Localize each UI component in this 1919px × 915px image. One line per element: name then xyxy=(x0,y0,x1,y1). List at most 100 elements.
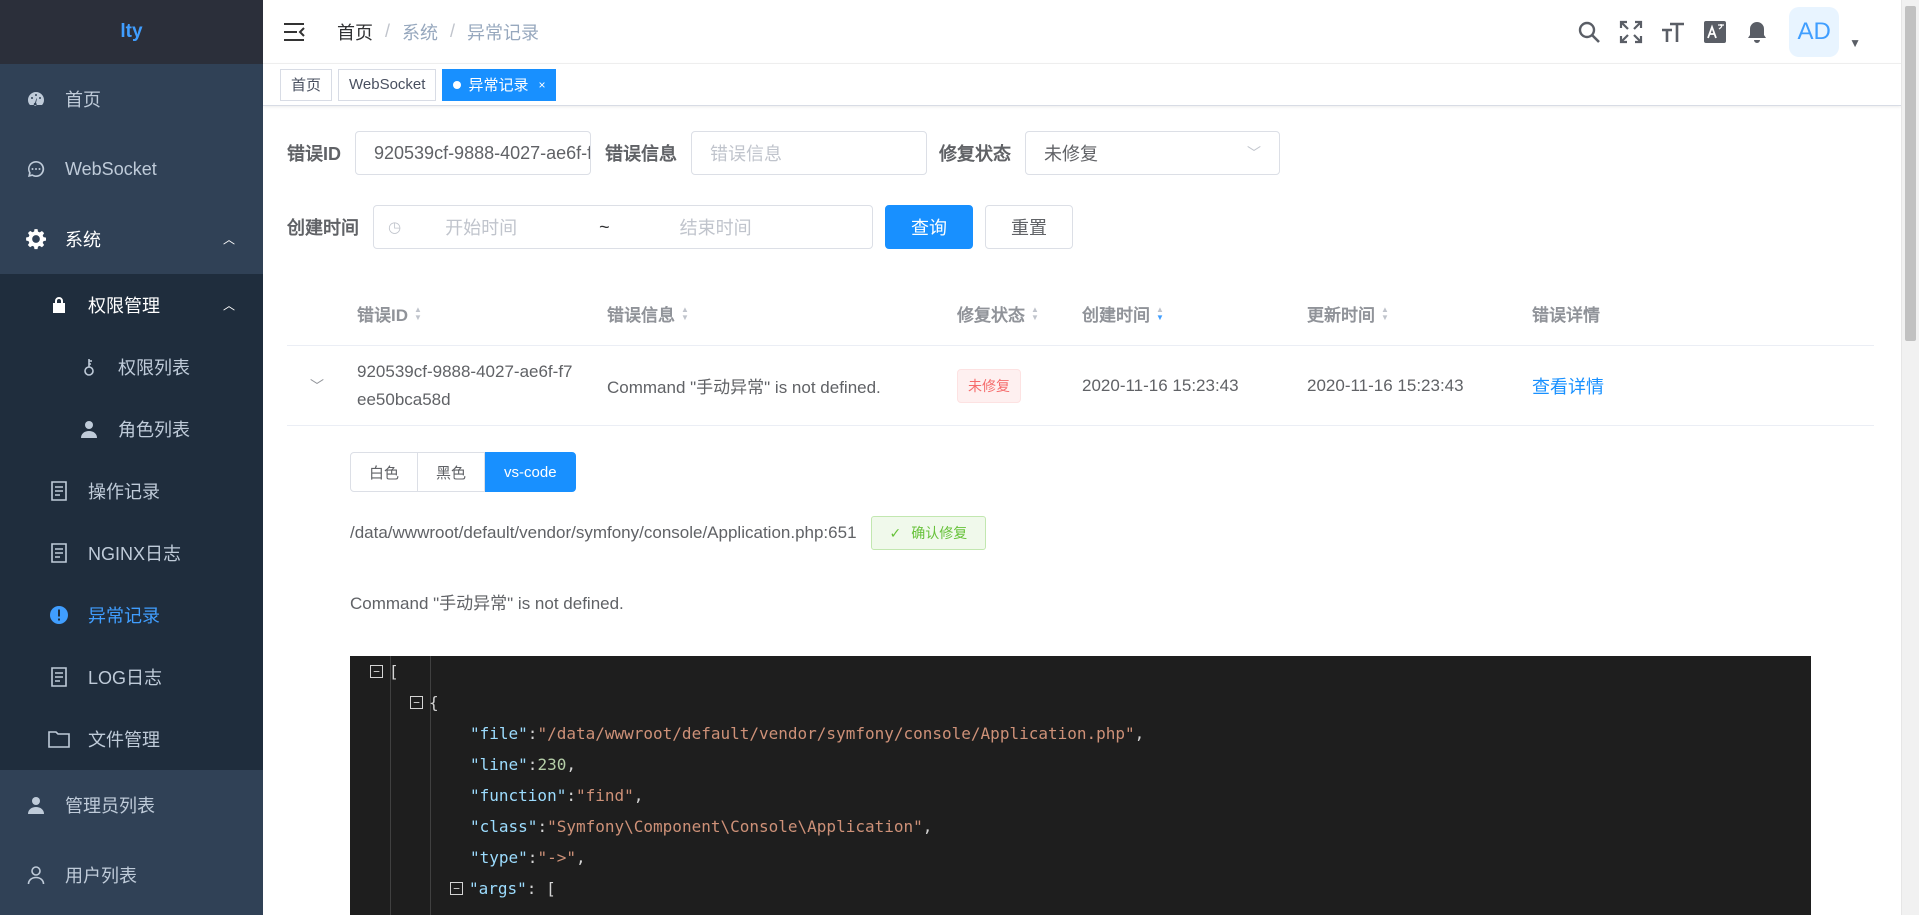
sidebar-item-operation-log[interactable]: 操作记录 xyxy=(0,460,263,522)
code-key: "args" xyxy=(469,879,527,898)
sidebar-item-system[interactable]: 系统 ︿ xyxy=(0,204,263,274)
sidebar-item-file-manage[interactable]: 文件管理 xyxy=(0,708,263,770)
code-key: "type" xyxy=(470,848,528,867)
code-key: "function" xyxy=(470,786,567,805)
dashboard-icon xyxy=(25,88,47,110)
hamburger-icon[interactable] xyxy=(283,21,305,43)
error-id-input[interactable]: 920539cf-9888-4027-ae6f-f7ee50bca58d xyxy=(355,131,591,175)
th-label: 错误ID xyxy=(357,306,408,325)
code-value: "Symfony\Component\Console\Application" xyxy=(547,817,923,836)
code-value: "->" xyxy=(537,848,576,867)
sort-icon[interactable]: ▲ ▼ xyxy=(414,305,422,322)
table-row: ﹀ 920539cf-9888-4027-ae6f-f7 ee50bca58d … xyxy=(287,346,1874,426)
reset-button[interactable]: 重置 xyxy=(985,205,1073,249)
th-updated[interactable]: 更新时间 ▲ ▼ xyxy=(1297,301,1522,326)
sort-icon[interactable]: ▲ ▼ xyxy=(1381,305,1389,322)
fix-status-select[interactable]: 未修复 ﹀ xyxy=(1025,131,1280,175)
sidebar-item-label: 角色列表 xyxy=(118,420,190,440)
collapse-icon[interactable]: − xyxy=(370,665,383,678)
theme-vscode-button[interactable]: vs-code xyxy=(485,452,576,492)
query-button[interactable]: 查询 xyxy=(885,205,973,249)
breadcrumb-system: 系统 xyxy=(402,22,439,43)
filter-row-2: 创建时间 ◷ 开始时间 ~ 结束时间 查询 重置 xyxy=(287,205,1073,249)
th-error-id[interactable]: 错误ID ▲ ▼ xyxy=(347,301,597,326)
bell-icon[interactable] xyxy=(1743,18,1771,46)
avatar[interactable]: AD xyxy=(1789,7,1840,57)
error-message: Command "手动异常" is not defined. xyxy=(350,594,624,613)
sidebar-item-role-list[interactable]: 角色列表 xyxy=(0,398,263,460)
tag-label: 异常记录 xyxy=(468,77,529,94)
chevron-down-icon: ﹀ xyxy=(1247,145,1261,161)
sort-icon[interactable]: ▲ ▼ xyxy=(681,305,689,322)
th-fix-status[interactable]: 修复状态 ▲ ▼ xyxy=(947,301,1072,326)
sidebar-item-label: NGINX日志 xyxy=(88,544,182,564)
sidebar-item-home[interactable]: 首页 xyxy=(0,64,263,134)
scrollbar-thumb[interactable] xyxy=(1905,6,1916,341)
sidebar-item-permission[interactable]: 权限管理 ︿ xyxy=(0,274,263,336)
confirm-fix-button[interactable]: ✓ 确认修复 xyxy=(870,516,987,550)
created-label: 创建时间 xyxy=(287,218,359,238)
breadcrumb-home[interactable]: 首页 xyxy=(337,19,373,45)
code-key: "class" xyxy=(470,817,538,836)
code-text: [ xyxy=(546,879,556,898)
exception-table: 错误ID ▲ ▼ 错误信息 ▲ ▼ 修复状态 ▲ ▼ 创建时间 ▲ ▼ 更新时间 ▲ ▼ … xyxy=(287,282,1874,426)
breadcrumb-separator: / xyxy=(385,21,391,41)
fix-status-value: 未修复 xyxy=(1044,144,1098,164)
th-label: 创建时间 xyxy=(1082,306,1150,325)
error-msg-input[interactable]: 错误信息 xyxy=(691,131,927,175)
active-dot xyxy=(453,80,462,89)
sidebar-item-label: 系统 xyxy=(65,230,101,250)
chevron-up-icon: ︿ xyxy=(222,232,235,247)
user-icon xyxy=(78,418,100,440)
error-msg-label: 错误信息 xyxy=(605,144,677,164)
sidebar-item-exception-log[interactable]: 异常记录 xyxy=(0,584,263,646)
confirm-fix-label: 确认修复 xyxy=(911,525,968,541)
search-icon[interactable] xyxy=(1575,18,1603,46)
th-created[interactable]: 创建时间 ▲ ▼ xyxy=(1072,301,1297,326)
logo[interactable]: lty xyxy=(0,0,263,64)
start-date-input[interactable]: 开始时间 xyxy=(445,214,565,240)
status-badge: 未修复 xyxy=(957,368,1021,403)
expand-icon[interactable]: ﹀ xyxy=(287,376,347,396)
collapse-icon[interactable]: − xyxy=(450,882,463,895)
sidebar-item-log-log[interactable]: LOG日志 xyxy=(0,646,263,708)
sidebar-item-label: 操作记录 xyxy=(88,482,160,502)
folder-icon xyxy=(48,728,70,750)
th-error-msg[interactable]: 错误信息 ▲ ▼ xyxy=(597,301,947,326)
document-icon xyxy=(48,542,70,564)
theme-white-button[interactable]: 白色 xyxy=(350,452,419,492)
th-label: 错误信息 xyxy=(607,306,675,325)
date-range-picker[interactable]: ◷ 开始时间 ~ 结束时间 xyxy=(373,205,873,249)
tag-home[interactable]: 首页 xyxy=(280,68,333,101)
collapse-icon[interactable]: − xyxy=(410,696,423,709)
sidebar-item-nginx-log[interactable]: NGINX日志 xyxy=(0,522,263,584)
sidebar-item-admin-list[interactable]: 管理员列表 xyxy=(0,770,263,840)
theme-black-button[interactable]: 黑色 xyxy=(418,452,486,492)
exclamation-circle-icon xyxy=(48,604,70,626)
font-size-icon[interactable] xyxy=(1659,18,1687,46)
sidebar-item-websocket[interactable]: WebSocket xyxy=(0,134,263,204)
caret-down-icon[interactable]: ▼ xyxy=(1849,36,1861,50)
tag-websocket[interactable]: WebSocket xyxy=(338,68,437,101)
code-value: 230 xyxy=(537,755,567,774)
breadcrumb-current: 异常记录 xyxy=(467,22,540,43)
sidebar-item-user-list[interactable]: 用户列表 xyxy=(0,840,263,910)
page-scrollbar[interactable] xyxy=(1901,0,1919,915)
sidebar-item-permission-list[interactable]: 权限列表 xyxy=(0,336,263,398)
document-icon xyxy=(48,480,70,502)
sort-icon[interactable]: ▲ ▼ xyxy=(1031,305,1039,322)
sidebar-item-label: WebSocket xyxy=(65,158,157,179)
tags-view: 首页 WebSocket 异常记录 × xyxy=(263,64,1901,106)
tag-exception-log[interactable]: 异常记录 × xyxy=(442,68,557,101)
end-date-input[interactable]: 结束时间 xyxy=(680,214,800,240)
check-icon: ✓ xyxy=(889,524,902,541)
close-icon[interactable]: × xyxy=(538,78,545,92)
file-path-row: /data/wwwroot/default/vendor/symfony/con… xyxy=(350,516,987,550)
sort-icon[interactable]: ▲ ▼ xyxy=(1156,305,1164,322)
system-submenu: 权限管理 ︿ 权限列表 角色列表 操作记录 NGINX日志 异常记录 LOG日志… xyxy=(0,274,263,770)
fullscreen-icon[interactable] xyxy=(1617,18,1645,46)
code-line: "function": "find", xyxy=(470,786,644,805)
translate-icon[interactable] xyxy=(1701,18,1729,46)
fix-status-label: 修复状态 xyxy=(939,144,1011,164)
view-detail-link[interactable]: 查看详情 xyxy=(1532,373,1604,399)
